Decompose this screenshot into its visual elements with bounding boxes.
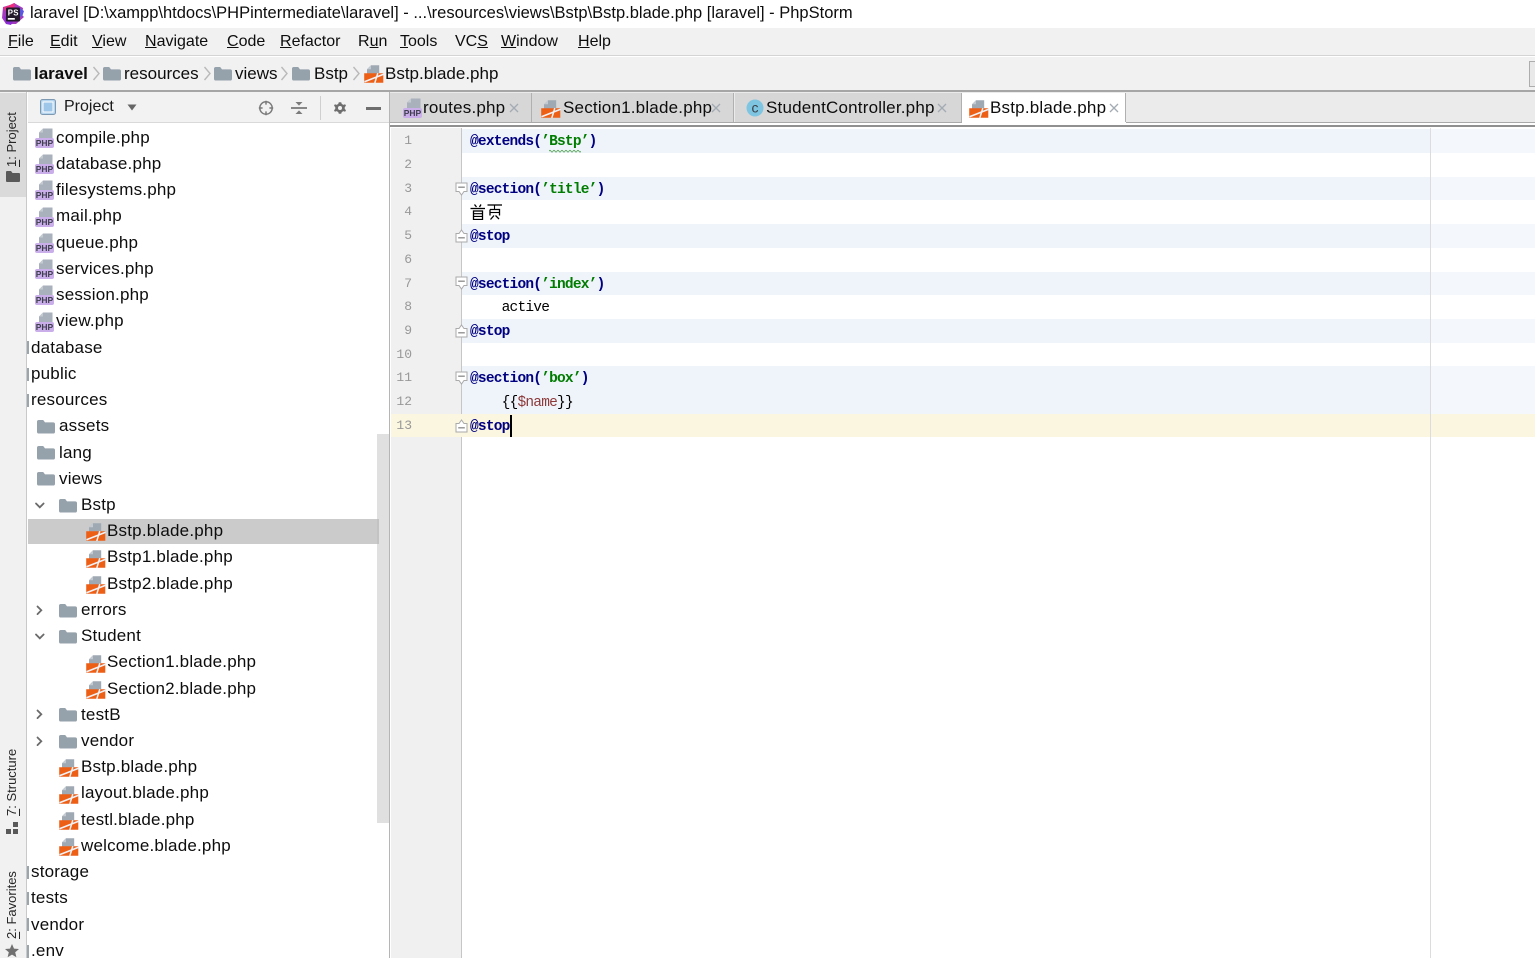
svg-text:PHP: PHP <box>36 164 54 174</box>
svg-text:c: c <box>752 99 759 115</box>
svg-text:PHP: PHP <box>36 243 54 253</box>
svg-text:PHP: PHP <box>36 295 54 305</box>
svg-text:PS: PS <box>8 8 19 17</box>
svg-text:PHP: PHP <box>36 216 54 226</box>
svg-text:PHP: PHP <box>404 108 422 118</box>
svg-text:PHP: PHP <box>36 321 54 331</box>
svg-text:PHP: PHP <box>36 190 54 200</box>
svg-text:PHP: PHP <box>36 269 54 279</box>
svg-text:PHP: PHP <box>36 138 54 148</box>
